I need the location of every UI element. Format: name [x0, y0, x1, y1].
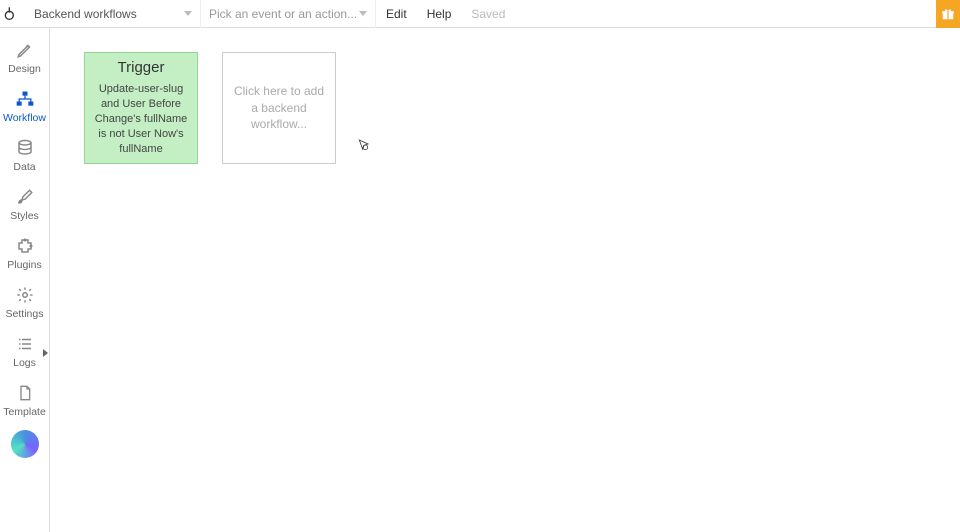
brush-icon	[15, 187, 35, 207]
sidebar-label: Settings	[6, 308, 44, 320]
sidebar-label: Plugins	[7, 259, 41, 271]
trigger-card-description: Update-user-slug and User Before Change'…	[93, 82, 189, 156]
sidebar: Design Workflow Data Styles Plugins Sett…	[0, 28, 50, 532]
edit-button[interactable]: Edit	[376, 0, 417, 28]
sidebar-label: Logs	[13, 357, 36, 369]
gift-icon[interactable]	[936, 0, 960, 28]
sidebar-label: Design	[8, 63, 41, 75]
assistant-icon[interactable]	[11, 430, 39, 458]
event-action-dropdown[interactable]: Pick an event or an action...	[201, 0, 376, 28]
help-button[interactable]: Help	[417, 0, 462, 28]
sidebar-item-plugins[interactable]: Plugins	[0, 230, 50, 279]
sidebar-item-template[interactable]: Template	[0, 377, 50, 426]
trigger-card[interactable]: Trigger Update-user-slug and User Before…	[84, 52, 198, 164]
database-icon	[15, 138, 35, 158]
sidebar-label: Styles	[10, 210, 39, 222]
add-workflow-label: Click here to add a backend workflow...	[231, 83, 327, 133]
chevron-down-icon	[184, 11, 192, 16]
page-dropdown-label: Backend workflows	[34, 7, 137, 21]
workflow-icon	[15, 89, 35, 109]
sidebar-label: Data	[13, 161, 35, 173]
saved-status: Saved	[461, 0, 515, 28]
chevron-down-icon	[359, 11, 367, 16]
sidebar-label: Workflow	[3, 112, 46, 124]
sidebar-item-styles[interactable]: Styles	[0, 181, 50, 230]
event-action-placeholder: Pick an event or an action...	[209, 7, 357, 21]
sidebar-item-settings[interactable]: Settings	[0, 279, 50, 328]
sidebar-item-logs[interactable]: Logs	[0, 328, 50, 377]
pencil-icon	[15, 40, 35, 60]
cards-row: Trigger Update-user-slug and User Before…	[84, 52, 936, 164]
trigger-card-title: Trigger	[118, 59, 165, 76]
chevron-right-icon	[43, 349, 48, 357]
document-icon	[15, 383, 35, 403]
sidebar-item-design[interactable]: Design	[0, 34, 50, 83]
page-dropdown[interactable]: Backend workflows	[26, 0, 201, 28]
gear-icon	[15, 285, 35, 305]
sidebar-item-data[interactable]: Data	[0, 132, 50, 181]
puzzle-icon	[15, 236, 35, 256]
sidebar-label: Template	[3, 406, 46, 418]
sidebar-item-workflow[interactable]: Workflow	[0, 83, 50, 132]
list-icon	[15, 334, 35, 354]
topbar: Backend workflows Pick an event or an ac…	[0, 0, 960, 28]
workflow-canvas: Trigger Update-user-slug and User Before…	[60, 28, 960, 532]
bubble-logo[interactable]	[2, 4, 22, 24]
add-workflow-card[interactable]: Click here to add a backend workflow...	[222, 52, 336, 164]
